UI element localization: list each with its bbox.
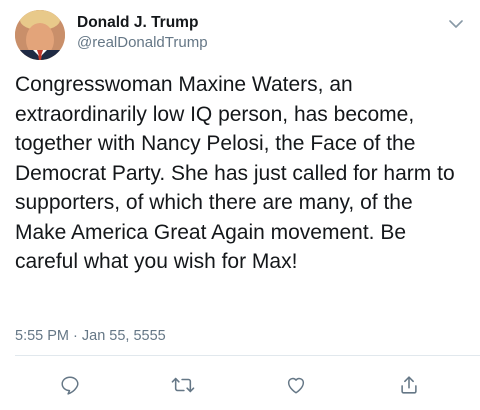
reply-icon[interactable] <box>57 372 83 398</box>
tweet-header: Donald J. Trump @realDonaldTrump <box>15 10 465 62</box>
tweet-timestamp[interactable]: 5:55 PM · Jan 55, 5555 <box>15 327 166 345</box>
avatar-image <box>15 10 65 60</box>
user-handle[interactable]: @realDonaldTrump <box>77 33 208 53</box>
tweet-text: Congresswoman Maxine Waters, an extraord… <box>15 73 455 273</box>
divider <box>15 355 480 356</box>
retweet-icon[interactable] <box>170 372 196 398</box>
heart-icon[interactable] <box>283 372 309 398</box>
tweet-card: Donald J. Trump @realDonaldTrump Congres… <box>0 0 480 410</box>
tweet-actions <box>0 372 480 398</box>
chevron-down-icon[interactable] <box>449 16 463 28</box>
author-names: Donald J. Trump @realDonaldTrump <box>77 13 208 53</box>
avatar[interactable] <box>15 10 65 60</box>
display-name[interactable]: Donald J. Trump <box>77 13 208 33</box>
share-icon[interactable] <box>396 372 422 398</box>
